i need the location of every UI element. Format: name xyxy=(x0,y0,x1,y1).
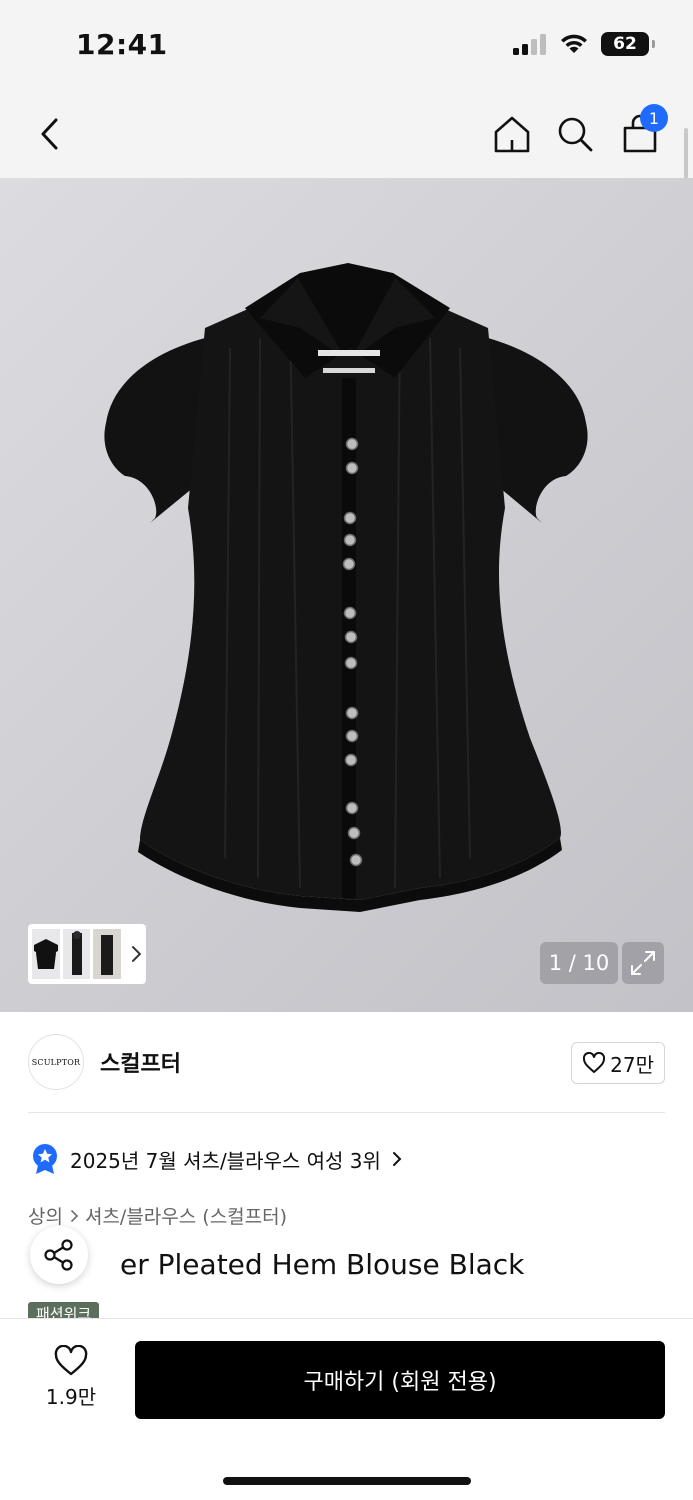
brand-name[interactable]: 스컬프터 xyxy=(100,1046,181,1078)
cart-button[interactable]: 1 xyxy=(610,90,670,178)
image-page-counter: 1 / 10 xyxy=(540,942,618,984)
brand-logo[interactable]: SCULPTOR xyxy=(28,1034,84,1090)
home-indicator xyxy=(223,1477,471,1485)
brand-row: SCULPTOR 스컬프터 27만 xyxy=(28,1034,665,1090)
thumbnail-3-image xyxy=(93,929,122,979)
home-icon xyxy=(494,116,530,153)
breadcrumb-top[interactable]: 상의 xyxy=(28,1202,63,1229)
heart-icon xyxy=(54,1345,88,1376)
thumbnail-strip[interactable] xyxy=(28,924,146,984)
share-icon xyxy=(44,1239,73,1271)
cellular-signal-icon xyxy=(513,34,546,55)
status-bar: 12:41 62 xyxy=(0,0,693,90)
thumbnail-2-image xyxy=(71,931,82,975)
star-badge-icon xyxy=(33,1144,57,1174)
battery-level: 62 xyxy=(613,34,637,54)
product-title-text: er Pleated Hem Blouse Black xyxy=(120,1248,525,1281)
ranking-text: 2025년 7월 셔츠/블라우스 여성 3위 xyxy=(70,1148,381,1173)
wishlist-button[interactable]: 1.9만 xyxy=(38,1345,104,1410)
thumbnail-1-image xyxy=(34,939,58,969)
status-time: 12:41 xyxy=(76,28,168,61)
thumbnail-3[interactable] xyxy=(93,929,122,979)
brand-like-count: 27만 xyxy=(610,1052,654,1077)
search-icon xyxy=(558,117,593,152)
product-photo xyxy=(104,263,588,912)
expand-icon xyxy=(631,951,655,975)
expand-image-button[interactable] xyxy=(622,942,664,984)
home-button[interactable] xyxy=(482,90,542,178)
chevron-right-icon xyxy=(392,1152,402,1166)
wishlist-count: 1.9만 xyxy=(45,1385,97,1409)
chevron-right-icon xyxy=(132,946,142,962)
top-nav: 1 xyxy=(0,90,693,178)
brand-like-button[interactable]: 27만 xyxy=(571,1042,665,1084)
thumbnail-1[interactable] xyxy=(32,929,60,979)
product-image-gallery[interactable]: 1 / 10 xyxy=(0,178,693,1012)
thumbnail-2[interactable] xyxy=(62,929,91,979)
breadcrumb-category[interactable]: 셔츠/블라우스 (스컬프터) xyxy=(85,1202,287,1229)
chevron-right-icon xyxy=(71,1209,79,1222)
product-title: er Pleated Hem Blouse Black xyxy=(28,1248,524,1281)
status-indicators: 62 xyxy=(513,32,655,56)
breadcrumb: 상의 셔츠/블라우스 (스컬프터) xyxy=(28,1202,287,1229)
divider xyxy=(28,1112,665,1113)
back-button[interactable] xyxy=(20,90,80,178)
brand-logo-text: SCULPTOR xyxy=(31,1057,81,1067)
battery-icon: 62 xyxy=(601,32,655,56)
share-button[interactable] xyxy=(30,1226,88,1284)
buy-button[interactable]: 구매하기 (회원 전용) xyxy=(135,1341,665,1419)
chevron-left-icon xyxy=(41,118,58,150)
wifi-icon xyxy=(561,34,587,53)
bottom-action-bar: 1.9만 구매하기 (회원 전용) xyxy=(0,1318,693,1500)
cart-count-badge: 1 xyxy=(640,104,668,132)
ranking-link[interactable]: 2025년 7월 셔츠/블라우스 여성 3위 xyxy=(30,1142,403,1176)
search-button[interactable] xyxy=(545,90,605,178)
heart-icon xyxy=(583,1052,606,1073)
